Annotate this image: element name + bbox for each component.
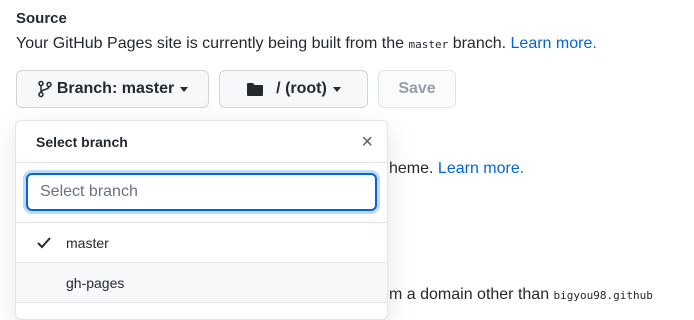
branch-filter-input[interactable]	[26, 173, 377, 211]
custom-domain-code: bigyou98.github	[553, 289, 653, 302]
check-icon	[36, 236, 52, 249]
custom-domain-description: m a domain other than bigyou98.github	[389, 286, 653, 304]
branch-item-label: gh-pages	[66, 274, 125, 291]
branch-item-master[interactable]: master	[16, 223, 387, 263]
theme-description: heme. Learn more.	[389, 160, 524, 178]
dropdown-filter	[16, 163, 387, 223]
theme-description-text: heme.	[389, 160, 434, 177]
custom-domain-text: m a domain other than	[389, 286, 550, 303]
branch-button-label: Branch: master	[56, 80, 175, 97]
branch-item-label: master	[66, 234, 109, 251]
description-suffix: branch.	[452, 35, 507, 52]
folder-button-label: / (root)	[276, 80, 327, 97]
dropdown-header: Select branch ×	[16, 121, 387, 163]
learn-more-link[interactable]: Learn more.	[511, 35, 597, 52]
description-branch-code: master	[408, 38, 449, 51]
save-button[interactable]: Save	[378, 70, 456, 108]
close-icon[interactable]: ×	[361, 132, 373, 152]
section-title: Source	[16, 10, 67, 27]
folder-select-button[interactable]: / (root)	[219, 70, 368, 108]
dropdown-title: Select branch	[36, 133, 128, 150]
branch-icon	[37, 80, 53, 98]
branch-select-button[interactable]: Branch: master	[16, 70, 209, 108]
chevron-down-icon	[180, 86, 189, 92]
chevron-down-icon	[332, 86, 341, 92]
folder-icon	[246, 81, 264, 97]
section-description: Your GitHub Pages site is currently bein…	[16, 35, 597, 53]
theme-learn-more-link[interactable]: Learn more.	[438, 160, 524, 177]
description-prefix: Your GitHub Pages site is currently bein…	[16, 35, 405, 52]
branch-dropdown: Select branch × master gh-pages	[15, 120, 388, 320]
branch-item-gh-pages[interactable]: gh-pages	[16, 263, 387, 303]
